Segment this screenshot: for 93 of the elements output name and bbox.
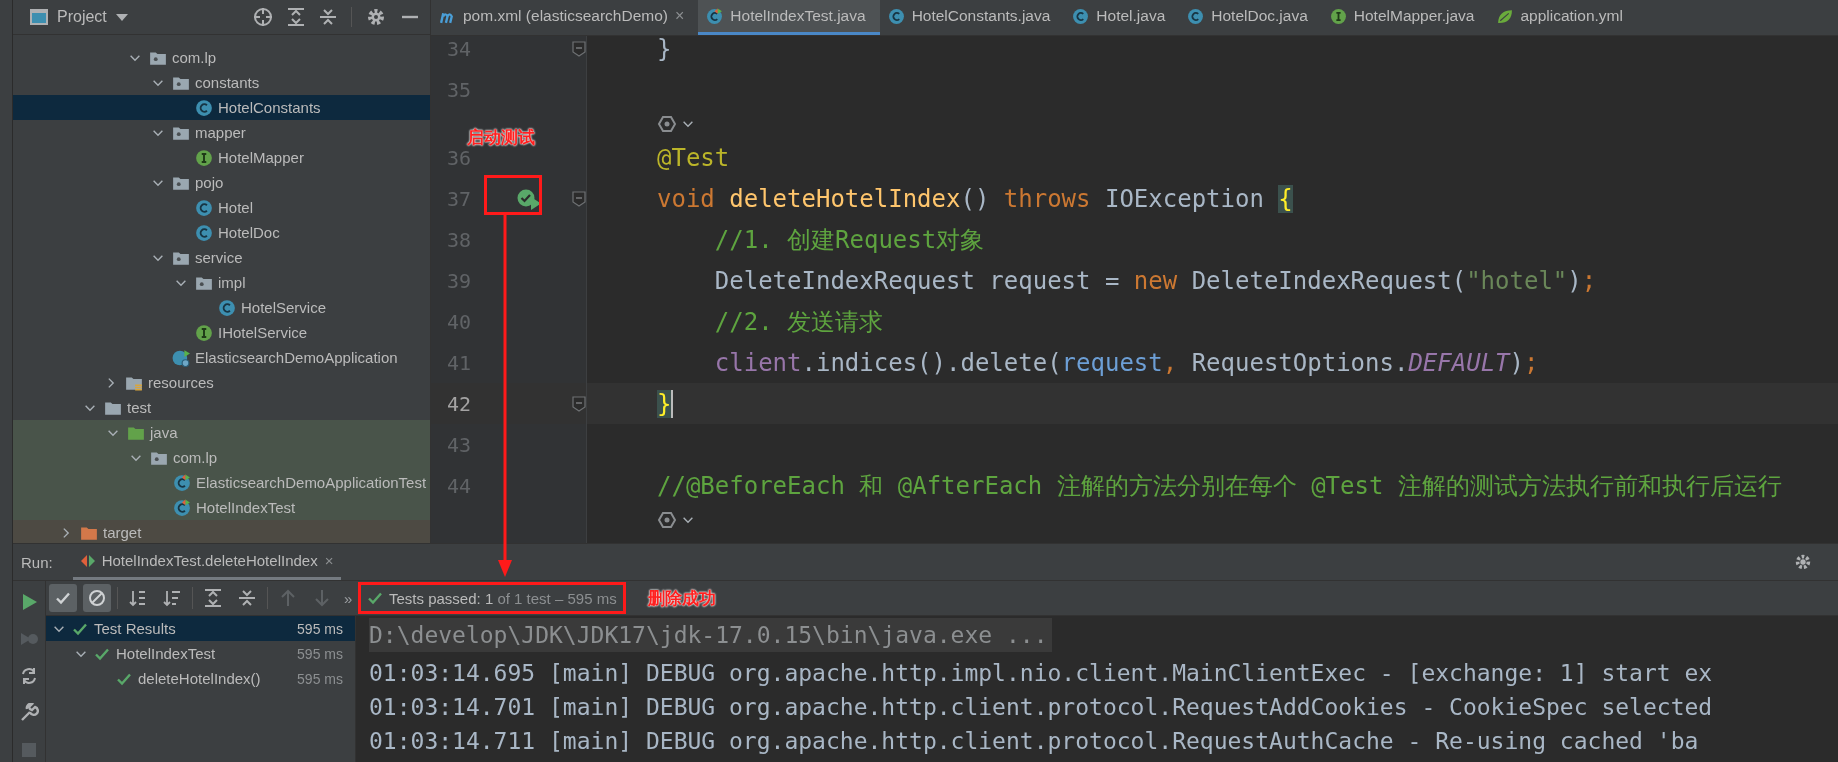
code-line: void deleteHotelIndex() throws IOException { (657, 184, 1293, 213)
class-icon (195, 223, 213, 242)
class-icon (1072, 7, 1090, 25)
console-line: 01:03:14.711 [main] DEBUG org.apache.http.client.protocol.RequestAuthCache - Re-using cached 'ba (369, 727, 1700, 756)
tree-item[interactable]: com.lp (13, 45, 430, 70)
settings-icon[interactable] (366, 7, 386, 27)
tree-item[interactable]: HotelDoc (13, 220, 430, 245)
sort-alpha-icon (128, 588, 148, 608)
tree-item[interactable]: HotelIndexTest (13, 495, 430, 520)
interface-icon (1329, 7, 1347, 25)
interface-icon (195, 148, 213, 167)
editor-tab[interactable]: HotelIndexTest.java (698, 0, 880, 35)
close-tab-button[interactable]: × (324, 552, 334, 569)
console-line: 01:03:14.695 [main] DEBUG org.apache.http.impl.nio.client.MainClientExec - [exchange: 1] start ex (369, 659, 1714, 688)
test-class-icon (173, 473, 191, 492)
tree-item[interactable]: HotelConstants (13, 95, 430, 120)
show-ignored-icon (87, 588, 107, 608)
test-result-item[interactable]: deleteHotelIndex() 595 ms (46, 666, 355, 691)
test-result-item[interactable]: Test Results 595 ms (46, 616, 355, 641)
collapse-all-icon[interactable] (319, 7, 337, 27)
settings-icon[interactable] (1794, 553, 1812, 571)
editor-tab[interactable]: Hotel.java (1064, 0, 1180, 35)
show-passed-button[interactable] (49, 584, 77, 612)
expand-all-icon (204, 588, 222, 608)
class-icon (195, 98, 213, 117)
expand-all-icon[interactable] (287, 7, 305, 27)
tree-item[interactable]: impl (13, 270, 430, 295)
tree-item[interactable]: constants (13, 70, 430, 95)
test-run-icon (80, 552, 95, 569)
class-icon (218, 298, 236, 317)
test-status: Tests passed: 1 of 1 test – 595 ms (358, 582, 626, 614)
inlay-hint-icon[interactable] (657, 113, 695, 134)
tree-item[interactable]: service (13, 245, 430, 270)
annotation-note: 删除成功 (647, 587, 716, 610)
fold-marker-icon[interactable] (572, 395, 586, 412)
tree-item[interactable]: test (13, 395, 430, 420)
code-line: //@BeforeEach 和 @AfterEach 注解的方法分别在每个 @Test 注解的测试方法执行前和执行后运行 (657, 470, 1782, 502)
sort-duration-icon (162, 588, 182, 608)
test-class-icon (706, 7, 724, 25)
tree-item[interactable]: HotelService (13, 295, 430, 320)
tree-item[interactable]: IHotelService (13, 320, 430, 345)
dropdown-caret-icon[interactable] (114, 12, 129, 22)
tree-item[interactable]: Hotel (13, 195, 430, 220)
arrow-up-icon (280, 588, 296, 608)
crosshair-icon[interactable] (253, 7, 273, 27)
tree-item[interactable]: ElasticsearchDemoApplicationTest (13, 470, 430, 495)
test-class-icon (173, 498, 191, 517)
annotation-note: 启动测试 (467, 127, 535, 149)
run-label: Run: (21, 553, 53, 571)
play-icon (20, 592, 38, 611)
fold-marker-icon[interactable] (572, 40, 586, 57)
tree-item[interactable]: mapper (13, 120, 430, 145)
code-line: //2. 发送请求 (713, 306, 884, 338)
code-line: //1. 创建Request对象 (713, 224, 985, 256)
run-tab[interactable]: HotelIndexTest.deleteHotelIndex × (72, 544, 342, 580)
code-line: DeleteIndexRequest request = new DeleteIndexRequest("hotel"); (713, 266, 1597, 295)
fold-marker-icon[interactable] (572, 190, 586, 207)
tree-item[interactable]: ElasticsearchDemoApplication (13, 345, 430, 370)
highlight-frame (484, 175, 542, 215)
editor-tab[interactable]: pom.xml (elasticsearchDemo) × (431, 0, 699, 35)
spring-class-icon (172, 348, 190, 367)
editor-tab[interactable]: application.yml (1488, 0, 1637, 35)
window-icon (29, 8, 49, 26)
run-test-icon[interactable] (516, 187, 542, 210)
tree-item[interactable]: resources (13, 370, 430, 395)
square-icon (21, 742, 37, 759)
tree-item[interactable]: pojo (13, 170, 430, 195)
tree-item[interactable]: com.lp (13, 445, 430, 470)
cycle-icon (19, 666, 39, 686)
editor-tab[interactable]: HotelMapper.java (1321, 0, 1489, 35)
close-tab-button[interactable]: × (675, 7, 685, 25)
show-ignored-button[interactable] (83, 584, 111, 612)
panel-title[interactable]: Project (57, 8, 107, 26)
test-result-item[interactable]: HotelIndexTest 595 ms (46, 641, 355, 666)
class-icon (887, 7, 905, 25)
interface-icon (195, 323, 213, 342)
editor-tab[interactable]: HotelDoc.java (1179, 0, 1322, 35)
console-line: 01:03:14.701 [main] DEBUG org.apache.http.client.protocol.RequestAddCookies - CookieSpec selected (369, 693, 1714, 722)
leaf-icon (1496, 7, 1514, 25)
code-line: } (657, 36, 672, 63)
inlay-hint-icon[interactable] (657, 509, 695, 530)
editor-tab[interactable]: HotelConstants.java (879, 0, 1065, 35)
line-number: 42 (445, 391, 471, 416)
arrow-down-icon (314, 588, 330, 608)
class-icon (195, 198, 213, 217)
more-button[interactable]: » (342, 589, 353, 607)
tree-item[interactable]: java (13, 420, 430, 445)
code-line: client.indices().delete(request, RequestOptions.DEFAULT); (713, 348, 1539, 377)
tree-item[interactable]: HotelMapper (13, 145, 430, 170)
code-line: @Test (657, 143, 730, 172)
collapse-all-icon (238, 588, 256, 608)
class-icon (1187, 7, 1205, 25)
tree-item[interactable]: target (13, 520, 430, 543)
